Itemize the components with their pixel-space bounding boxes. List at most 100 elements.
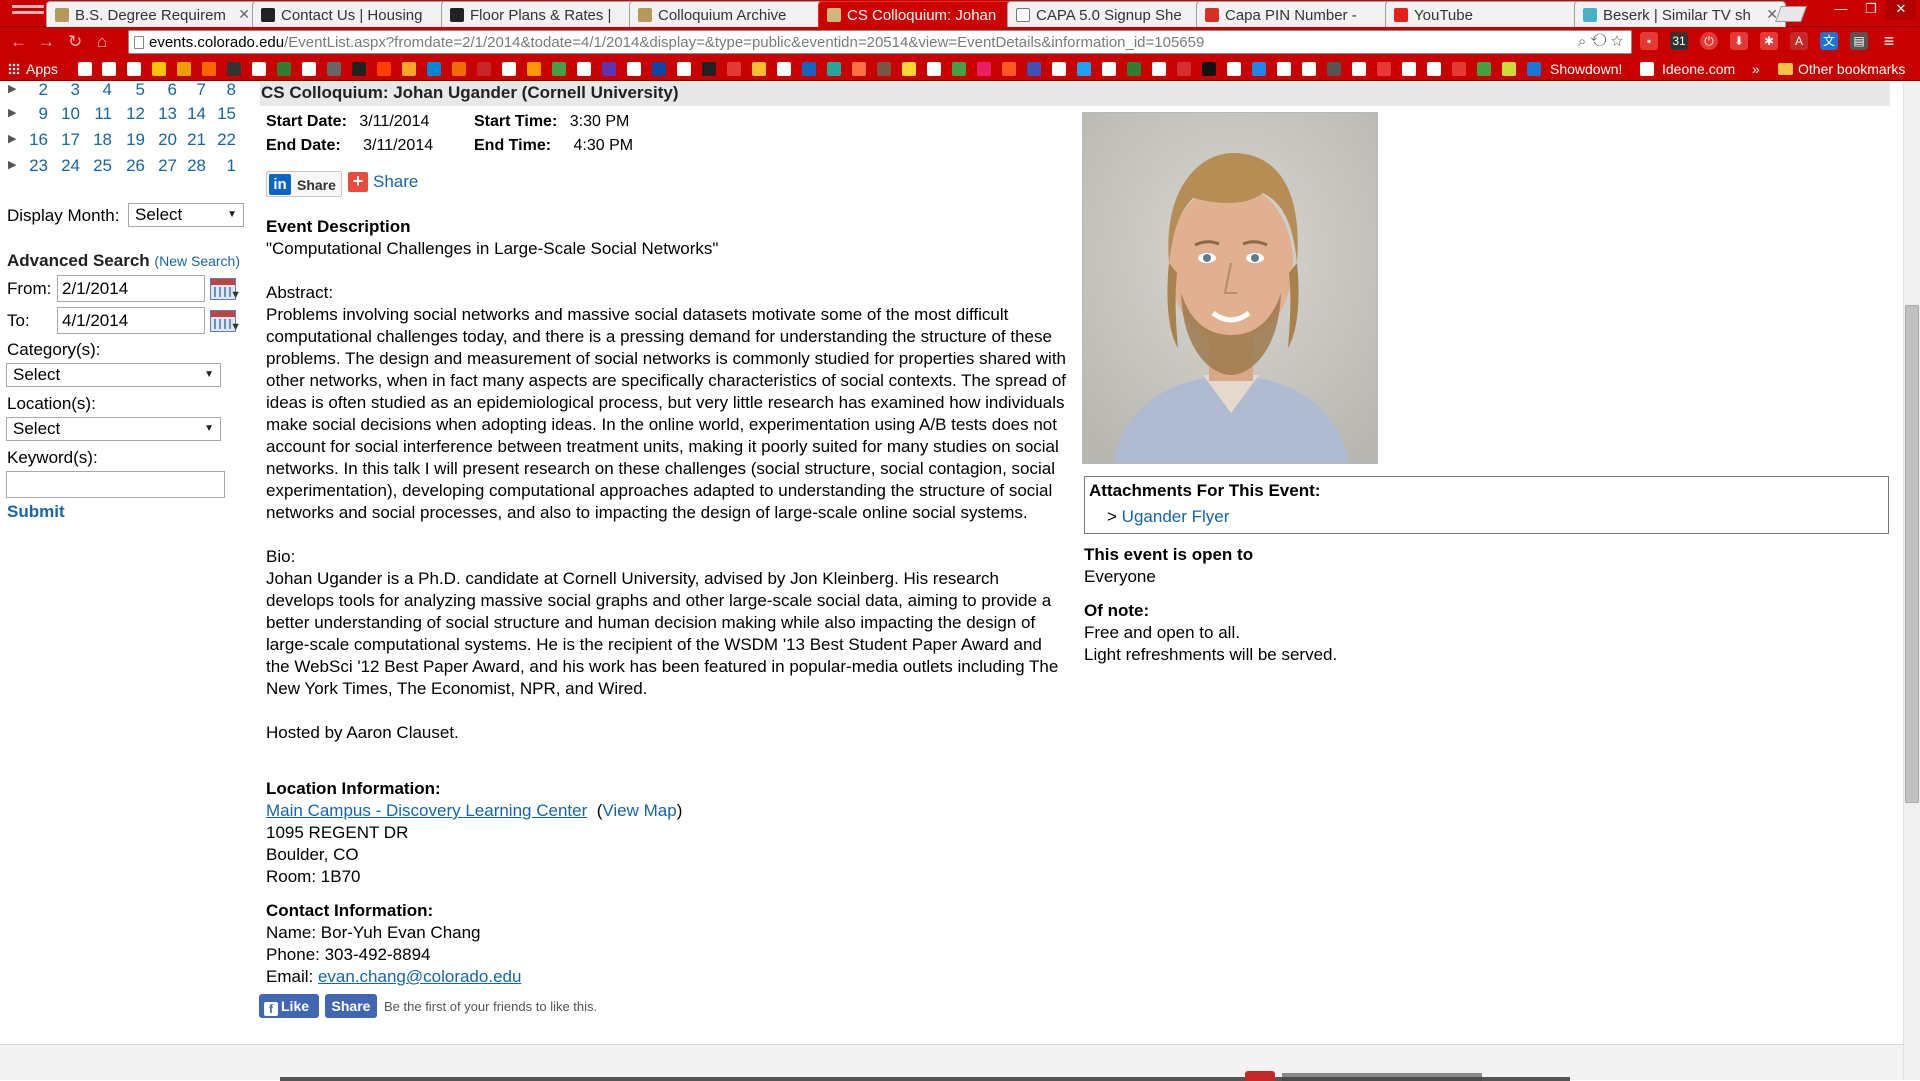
reader-ext-icon[interactable]: ▤: [1850, 32, 1868, 50]
addthis-plus-icon[interactable]: +: [348, 172, 368, 192]
bookmark-icon[interactable]: [277, 62, 291, 76]
bookmark-icon[interactable]: [902, 62, 916, 76]
tab-bs-degree[interactable]: B.S. Degree Requirem ✕: [46, 1, 258, 27]
bookmark-icon[interactable]: [1252, 62, 1266, 76]
calendar-day[interactable]: 19: [117, 130, 145, 150]
facebook-like-button[interactable]: f Like: [259, 994, 319, 1018]
calendar-day[interactable]: 7: [178, 80, 206, 100]
tab-capa-signup[interactable]: CAPA 5.0 Signup She ✕: [1007, 1, 1219, 27]
bookmark-icon[interactable]: [452, 62, 466, 76]
bookmark-icon[interactable]: [152, 62, 166, 76]
close-icon[interactable]: ✕: [238, 6, 250, 23]
restore-icon[interactable]: ❐: [1856, 0, 1886, 20]
back-arrow-icon[interactable]: ←: [10, 32, 27, 52]
bookmark-icon[interactable]: [1527, 62, 1541, 76]
bookmark-icon[interactable]: [327, 62, 341, 76]
submit-button[interactable]: Submit: [7, 502, 65, 522]
tab-youtube[interactable]: YouTube ✕: [1385, 1, 1597, 27]
new-search-link[interactable]: (New Search): [154, 253, 240, 269]
bookmark-icon[interactable]: [1452, 62, 1466, 76]
facebook-share-button[interactable]: Share: [325, 994, 377, 1018]
calendar-ext-icon[interactable]: 31: [1670, 32, 1688, 50]
week-arrow-icon[interactable]: ▶: [8, 158, 16, 171]
calendar-day[interactable]: 15: [208, 104, 236, 124]
bookmark-icon[interactable]: [1402, 62, 1416, 76]
bookmark-icon[interactable]: [402, 62, 416, 76]
calendar-day[interactable]: 14: [178, 104, 206, 124]
bookmark-icon[interactable]: [977, 62, 991, 76]
bookmark-icon[interactable]: [727, 62, 741, 76]
bookmark-icon[interactable]: [852, 62, 866, 76]
bookmark-icon[interactable]: [527, 62, 541, 76]
chrome-menu-icon[interactable]: ≡: [1880, 32, 1898, 50]
view-map-link[interactable]: View Map: [602, 801, 676, 820]
location-select[interactable]: Select ▼: [6, 417, 221, 441]
week-arrow-icon[interactable]: ▶: [8, 82, 16, 95]
puzzle-ext-icon[interactable]: ✱: [1760, 32, 1778, 50]
bookmark-icon[interactable]: [1277, 62, 1291, 76]
calendar-day[interactable]: 12: [117, 104, 145, 124]
translate-ext-icon[interactable]: 文: [1820, 32, 1838, 50]
bookmark-icon[interactable]: [577, 62, 591, 76]
addthis-share-link[interactable]: Share: [373, 172, 418, 192]
bookmark-icon[interactable]: [302, 62, 316, 76]
bookmark-icon[interactable]: [1302, 62, 1316, 76]
bookmark-other[interactable]: Other bookmarks: [1798, 61, 1905, 77]
search-icon[interactable]: ⌕: [1578, 33, 1586, 50]
forward-arrow-icon[interactable]: →: [38, 32, 55, 52]
bookmark-icon[interactable]: [1352, 62, 1366, 76]
bookmark-icon[interactable]: [352, 62, 366, 76]
tab-beserk[interactable]: Beserk | Similar TV sh ✕: [1574, 1, 1786, 27]
tab-colloquium-archive[interactable]: Colloquium Archive ✕: [629, 1, 841, 27]
calendar-day[interactable]: 2: [20, 80, 48, 100]
calendar-day[interactable]: 5: [117, 80, 145, 100]
bookmark-icon[interactable]: [952, 62, 966, 76]
location-link[interactable]: Main Campus - Discovery Learning Center: [266, 801, 587, 820]
bookmark-ideone[interactable]: Ideone.com: [1662, 61, 1735, 77]
calendar-day[interactable]: 27: [149, 156, 177, 176]
bookmark-icon[interactable]: [427, 62, 441, 76]
display-month-select[interactable]: Select ▼: [128, 203, 244, 227]
bookmark-icon[interactable]: [927, 62, 941, 76]
bookmark-icon[interactable]: [1002, 62, 1016, 76]
bookmark-icon[interactable]: [1077, 62, 1091, 76]
calendar-day[interactable]: 4: [84, 80, 112, 100]
bookmark-icon[interactable]: [652, 62, 666, 76]
new-tab-button[interactable]: [1775, 6, 1807, 22]
to-date-input[interactable]: 4/1/2014: [57, 307, 205, 334]
calendar-day[interactable]: 17: [52, 130, 80, 150]
minimize-icon[interactable]: —: [1826, 0, 1856, 20]
calendar-day[interactable]: 28: [178, 156, 206, 176]
calendar-day[interactable]: 3: [52, 80, 80, 100]
bookmark-icon[interactable]: [1227, 62, 1241, 76]
calendar-day[interactable]: 10: [52, 104, 80, 124]
close-window-icon[interactable]: ✕: [1886, 0, 1916, 20]
week-arrow-icon[interactable]: ▶: [8, 132, 16, 145]
bookmark-icon[interactable]: [677, 62, 691, 76]
calendar-day[interactable]: 23: [20, 156, 48, 176]
bookmark-icon[interactable]: [877, 62, 891, 76]
calendar-day[interactable]: 1: [208, 156, 236, 176]
keyword-input[interactable]: [6, 471, 225, 498]
bookmark-icon[interactable]: [227, 62, 241, 76]
download-ext-icon[interactable]: ⬇: [1730, 32, 1748, 50]
tab-capa-pin[interactable]: Capa PIN Number - ✕: [1196, 1, 1408, 27]
bookmarks-overflow-icon[interactable]: »: [1752, 61, 1760, 77]
adobe-ext-icon[interactable]: A: [1790, 32, 1808, 50]
contact-email-link[interactable]: evan.chang@colorado.edu: [318, 967, 521, 986]
extension-icon[interactable]: ▪: [1640, 32, 1658, 50]
tab-cs-colloquium[interactable]: CS Colloquium: Johan ✕: [818, 1, 1030, 27]
bookmark-icon[interactable]: [627, 62, 641, 76]
reload-icon[interactable]: ↻: [68, 32, 82, 52]
bookmark-icon[interactable]: [552, 62, 566, 76]
calendar-day[interactable]: 22: [208, 130, 236, 150]
bookmark-icon[interactable]: [78, 62, 92, 76]
from-date-input[interactable]: 2/1/2014: [57, 275, 205, 302]
calendar-day[interactable]: 24: [52, 156, 80, 176]
bookmark-icon[interactable]: [827, 62, 841, 76]
star-icon[interactable]: ☆: [1611, 33, 1623, 50]
scrollbar-thumb[interactable]: [1905, 305, 1919, 803]
bookmark-icon[interactable]: [777, 62, 791, 76]
bookmark-icon[interactable]: [1027, 62, 1041, 76]
tab-floor-plans[interactable]: Floor Plans & Rates | ✕: [441, 1, 653, 27]
